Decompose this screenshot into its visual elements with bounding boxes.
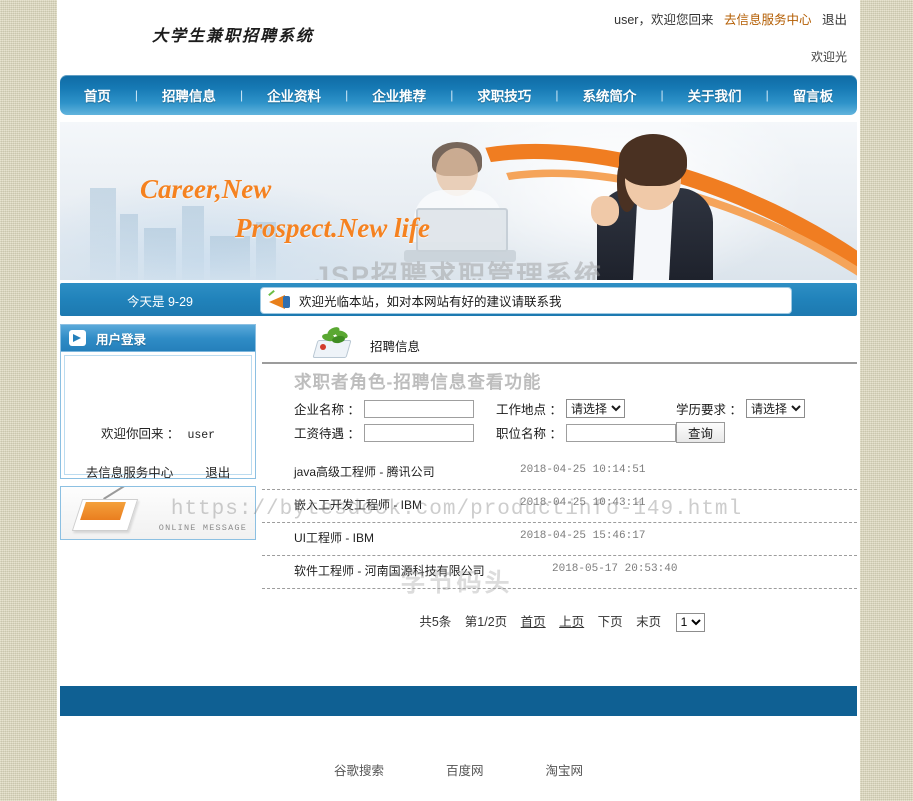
user-account-bar: user，欢迎您回来 去信息服务中心 退出 <box>614 9 847 28</box>
site-logo: 大学生兼职招聘系统 <box>152 28 315 45</box>
date-notice-bar: 今天是 9-29 欢迎光临本站，如对本网站有好的建议请联系我 <box>60 283 857 316</box>
notice-text: 欢迎光临本站，如对本网站有好的建议请联系我 <box>299 295 562 309</box>
job-list: java高级工程师 - 腾讯公司 2018-04-25 10:14:51 嵌入工… <box>262 457 857 589</box>
salary-input[interactable] <box>363 423 474 442</box>
job-title[interactable]: UI工程师 - IBM <box>294 529 374 546</box>
notepad-sheet-icon <box>80 502 126 520</box>
pagination-total: 共5条 <box>419 615 452 629</box>
today-date-label: 今天是 9-29 <box>127 295 193 309</box>
pagination-last-link[interactable]: 末页 <box>636 615 661 629</box>
site-header: 大学生兼职招聘系统 user，欢迎您回来 去信息服务中心 退出 欢迎光 <box>57 0 860 75</box>
pagination: 共5条 第1/2页 首页 上页 下页 末页 1 <box>262 611 857 632</box>
content-section-title: 招聘信息 <box>370 340 421 354</box>
megaphone-icon <box>267 289 293 310</box>
footer-link-google[interactable]: 谷歌搜索 <box>334 760 384 779</box>
nav-item-jobs[interactable]: 招聘信息 <box>160 85 218 105</box>
info-center-link[interactable]: 去信息服务中心 <box>724 13 812 27</box>
query-button[interactable]: 查询 <box>675 422 725 443</box>
nav-separator: | <box>345 88 349 102</box>
nav-separator: | <box>555 88 559 102</box>
page-number-select[interactable]: 1 <box>675 612 705 632</box>
hero-banner: Career,New Prospect.New life JSP招聘求职管理系统 <box>60 122 857 280</box>
job-title[interactable]: java高级工程师 - 腾讯公司 <box>294 463 435 480</box>
job-list-item[interactable]: java高级工程师 - 腾讯公司 2018-04-25 10:14:51 <box>262 457 857 490</box>
job-date: 2018-04-25 15:46:17 <box>520 530 646 542</box>
banner-slogan-line1: Career,New <box>140 174 272 204</box>
sidebar-logout-link[interactable]: 退出 <box>205 462 230 481</box>
work-location-select[interactable]: 请选择 <box>565 399 625 418</box>
education-label: 学历要求 ： <box>675 403 742 417</box>
user-login-panel: 用户登录 欢迎你回来 ： user 去信息服务中心 退出 <box>60 324 256 480</box>
online-message-label: ONLINE MESSAGE <box>158 523 247 533</box>
footer-links: 谷歌搜索 百度网 淘宝网 <box>57 760 860 779</box>
sidebar-welcome-message: 欢迎你回来 ： user <box>65 423 251 442</box>
nav-separator: | <box>239 88 244 102</box>
position-name-label: 职位名称 ： <box>495 427 562 441</box>
company-name-input[interactable] <box>363 399 474 418</box>
banner-slogan: Career,New Prospect.New life <box>140 170 430 248</box>
company-name-label: 企业名称 ： <box>294 403 360 417</box>
form-spacer <box>654 397 676 420</box>
logout-link[interactable]: 退出 <box>822 13 847 27</box>
pen-icon <box>103 487 133 500</box>
pagination-next-link[interactable]: 下页 <box>598 615 623 629</box>
work-location-label: 工作地点 ： <box>495 403 562 417</box>
nav-item-system-intro[interactable]: 系统简介 <box>580 85 638 105</box>
sidebar-action-links: 去信息服务中心 退出 <box>65 462 251 481</box>
job-search-form: 企业名称 ： 工作地点 ： 请选择 学历要求 ： 请选择 工资待遇 ： 职位名称… <box>294 397 805 445</box>
sidebar-welcome-label: 欢迎你回来 ： <box>100 427 180 441</box>
footer-link-taobao[interactable]: 淘宝网 <box>546 760 584 779</box>
job-date: 2018-05-17 20:53:40 <box>552 563 678 575</box>
banner-building-icon <box>120 214 138 280</box>
page-heading: 求职者角色-招聘信息查看功能 <box>294 372 542 392</box>
nav-separator: | <box>450 88 454 102</box>
pagination-page-info: 第1/2页 <box>464 615 508 629</box>
nav-item-home[interactable]: 首页 <box>82 85 113 105</box>
job-list-item[interactable]: 嵌入工开发工程师 - IBM 2018-04-25 10:43:11 <box>262 490 857 523</box>
job-title[interactable]: 嵌入工开发工程师 - IBM <box>294 496 422 513</box>
nav-item-about-us[interactable]: 关于我们 <box>686 85 744 105</box>
content-header: 招聘信息 <box>262 324 857 364</box>
nav-separator: | <box>765 88 769 102</box>
nav-separator: | <box>660 88 664 102</box>
job-list-item[interactable]: UI工程师 - IBM 2018-04-25 15:46:17 <box>262 523 857 556</box>
plant-book-icon <box>312 325 352 358</box>
nav-separator: | <box>134 88 138 102</box>
pagination-first-link[interactable]: 首页 <box>521 615 546 629</box>
login-panel-body: 欢迎你回来 ： user 去信息服务中心 退出 <box>64 355 252 480</box>
job-date: 2018-04-25 10:43:11 <box>520 497 646 509</box>
pagination-prev-link[interactable]: 上页 <box>559 615 584 629</box>
footer-bar <box>60 686 857 716</box>
form-spacer <box>474 420 496 445</box>
banner-building-icon <box>90 188 116 280</box>
notice-box: 欢迎光临本站，如对本网站有好的建议请联系我 <box>260 287 792 314</box>
job-list-item[interactable]: 软件工程师 - 河南国源科技有限公司 2018-05-17 20:53:40 <box>262 556 857 589</box>
arrow-right-icon <box>69 330 86 346</box>
position-name-input[interactable] <box>565 423 676 442</box>
footer-link-baidu[interactable]: 百度网 <box>446 760 484 779</box>
job-title[interactable]: 软件工程师 - 河南国源科技有限公司 <box>294 562 485 579</box>
online-message-banner[interactable]: ONLINE MESSAGE <box>60 486 256 540</box>
sidebar-user-name: user <box>187 429 216 442</box>
banner-slogan-line2: Prospect.New life <box>235 213 430 244</box>
main-content: 招聘信息 求职者角色-招聘信息查看功能 企业名称 ： 工作地点 ： 请选择 学历… <box>262 324 857 632</box>
user-greeting-label: ，欢迎您回来 <box>638 13 714 27</box>
banner-businesswoman-photo <box>579 130 729 280</box>
welcome-line: 欢迎光 <box>810 50 847 64</box>
nav-item-company-recommend[interactable]: 企业推荐 <box>370 85 428 105</box>
nav-item-message-board[interactable]: 留言板 <box>791 85 836 105</box>
job-date: 2018-04-25 10:14:51 <box>520 464 646 476</box>
page-container: 大学生兼职招聘系统 user，欢迎您回来 去信息服务中心 退出 欢迎光 首页 |… <box>57 0 860 801</box>
education-select[interactable]: 请选择 <box>745 399 805 418</box>
sidebar-info-center-link[interactable]: 去信息服务中心 <box>86 462 174 481</box>
nav-item-company-info[interactable]: 企业资料 <box>265 85 323 105</box>
left-sidebar: 用户登录 欢迎你回来 ： user 去信息服务中心 退出 ONLINE MESSA… <box>60 324 256 540</box>
login-panel-header: 用户登录 <box>61 325 255 352</box>
salary-label: 工资待遇 ： <box>294 427 360 441</box>
main-navigation: 首页 | 招聘信息 | 企业资料 | 企业推荐 | 求职技巧 | 系统简介 | … <box>60 75 857 115</box>
nav-item-job-tips[interactable]: 求职技巧 <box>475 85 533 105</box>
login-panel-title: 用户登录 <box>96 332 147 347</box>
form-spacer <box>474 397 496 420</box>
user-name-label: user <box>614 13 639 27</box>
